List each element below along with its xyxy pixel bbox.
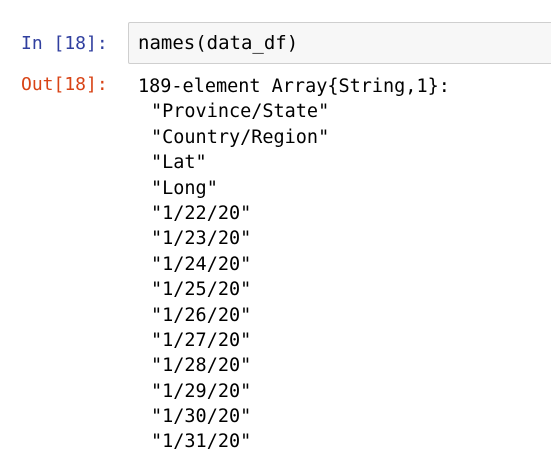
output-item: "1/26/20": [151, 304, 252, 326]
output-item: "Lat": [151, 152, 207, 174]
output-item: "Province/State": [151, 101, 330, 123]
output-area: 189-element Array{String,1}: "Province/S…: [138, 74, 548, 455]
output-item: "1/27/20": [151, 329, 252, 351]
code-input-area[interactable]: names(data_df): [128, 22, 551, 64]
output-item: "1/22/20": [151, 202, 252, 224]
output-item: "1/25/20": [151, 279, 252, 301]
output-item: "1/24/20": [151, 253, 252, 275]
output-item: "Long": [151, 177, 218, 199]
output-prompt: Out[18]:: [21, 74, 108, 95]
code-line[interactable]: names(data_df): [138, 31, 298, 56]
output-header: 189-element Array{String,1}:: [138, 76, 450, 97]
output-item: "1/23/20": [151, 228, 252, 250]
output-item: "1/30/20": [151, 406, 252, 428]
output-item: "1/31/20": [151, 431, 252, 453]
code-argument: data_df: [206, 32, 287, 54]
code-function-name: names: [138, 32, 196, 54]
output-item: "1/29/20": [151, 380, 252, 402]
input-prompt: In [18]:: [21, 33, 108, 54]
output-item: "Country/Region": [151, 126, 330, 148]
output-item: "1/28/20": [151, 355, 252, 377]
code-close-paren: ): [286, 32, 299, 54]
code-open-paren: (: [195, 32, 207, 54]
